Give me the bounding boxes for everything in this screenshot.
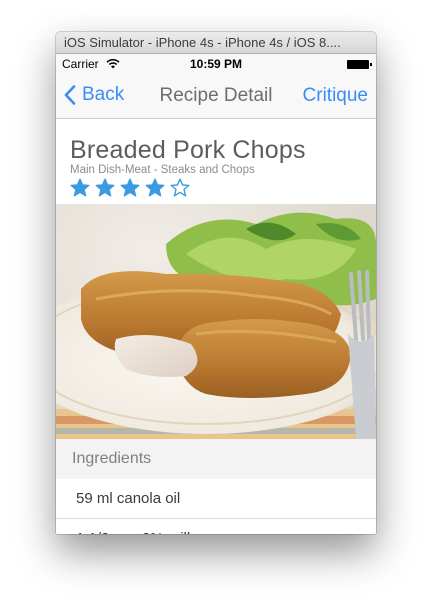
simulator-window: iOS Simulator - iPhone 4s - iPhone 4s / … [56, 32, 376, 534]
star-empty-icon[interactable] [170, 178, 190, 198]
star-filled-icon[interactable] [120, 178, 140, 198]
battery-icon [347, 60, 372, 69]
back-chevron-icon [64, 85, 76, 105]
ingredient-list: 59 ml canola oil1 1/2 cup 2% milk [56, 479, 376, 534]
ingredient-row[interactable]: 59 ml canola oil [56, 479, 376, 519]
status-time: 10:59 PM [189, 57, 243, 71]
status-bar: Carrier 10:59 PM [56, 54, 376, 74]
star-filled-icon[interactable] [145, 178, 165, 198]
ingredient-row[interactable]: 1 1/2 cup 2% milk [56, 519, 376, 534]
window-title: iOS Simulator - iPhone 4s - iPhone 4s / … [64, 35, 341, 50]
back-button[interactable]: Back [64, 84, 124, 106]
recipe-title: Breaded Pork Chops [70, 136, 306, 164]
navigation-bar: Back Recipe Detail Critique [56, 74, 376, 119]
device-screen: Carrier 10:59 PM Back Recipe Detail Crit… [56, 54, 376, 534]
window-titlebar[interactable]: iOS Simulator - iPhone 4s - iPhone 4s / … [56, 32, 376, 54]
recipe-category: Main Dish-Meat - Steaks and Chops [70, 164, 255, 176]
star-filled-icon[interactable] [70, 178, 90, 198]
star-rating [70, 178, 362, 198]
ingredients-header: Ingredients [56, 439, 376, 479]
recipe-header: Breaded Pork Chops Main Dish-Meat - Stea… [56, 119, 376, 204]
critique-button[interactable]: Critique [303, 85, 368, 107]
recipe-photo [56, 204, 376, 439]
star-filled-icon[interactable] [95, 178, 115, 198]
back-label: Back [82, 84, 125, 105]
